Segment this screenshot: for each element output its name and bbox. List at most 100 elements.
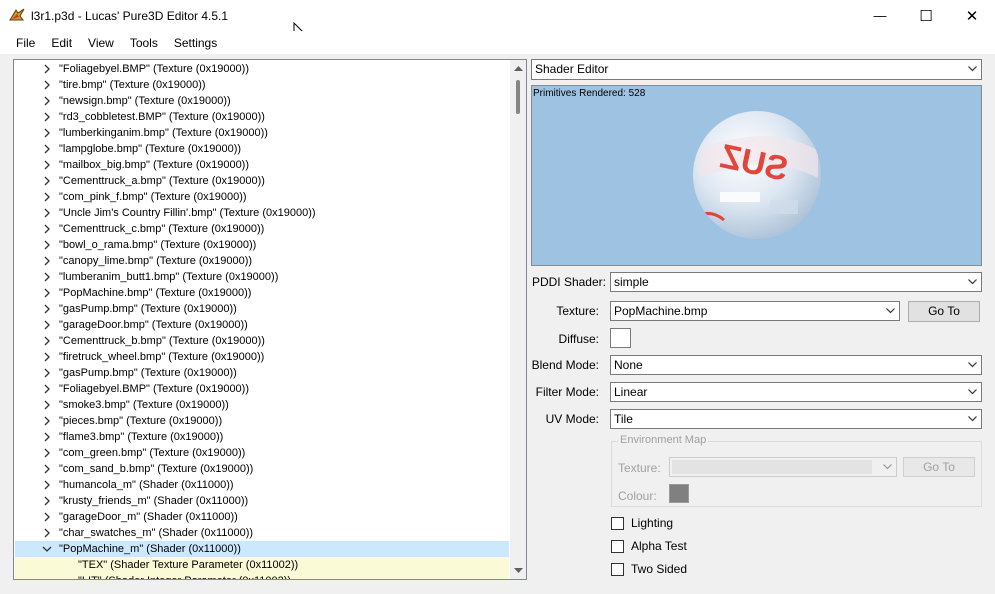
- tree-item[interactable]: "Uncle Jim's Country Fillin'.bmp" (Textu…: [15, 205, 509, 221]
- chevron-right-icon[interactable]: [42, 93, 52, 109]
- tree-child-item[interactable]: "TEX" (Shader Texture Parameter (0x11002…: [15, 557, 509, 573]
- scroll-up-icon[interactable]: [514, 65, 523, 71]
- chevron-right-icon[interactable]: [42, 317, 52, 333]
- tree-item[interactable]: "humancola_m" (Shader (0x11000)): [15, 477, 509, 493]
- two-sided-checkbox[interactable]: Two Sided: [611, 561, 687, 577]
- tree-item[interactable]: "firetruck_wheel.bmp" (Texture (0x19000)…: [15, 349, 509, 365]
- chevron-right-icon[interactable]: [42, 397, 52, 413]
- tree-item[interactable]: "pieces.bmp" (Texture (0x19000)): [15, 413, 509, 429]
- tree-item[interactable]: "Foliagebyel.BMP" (Texture (0x19000)): [15, 61, 509, 77]
- uv-mode-dropdown[interactable]: Tile: [610, 409, 982, 429]
- tree-item[interactable]: "lumberanim_butt1.bmp" (Texture (0x19000…: [15, 269, 509, 285]
- chevron-right-icon[interactable]: [42, 189, 52, 205]
- file-tree[interactable]: "LIT" (Shader Integer Parameter (0x11002…: [13, 59, 527, 580]
- tree-item[interactable]: "com_pink_f.bmp" (Texture (0x19000)): [15, 189, 509, 205]
- tree-item[interactable]: "krusty_friends_m" (Shader (0x11000)): [15, 493, 509, 509]
- tree-item[interactable]: "gasPump.bmp" (Texture (0x19000)): [15, 365, 509, 381]
- menu-view[interactable]: View: [80, 31, 122, 55]
- menu-edit[interactable]: Edit: [43, 31, 80, 55]
- uv-mode-label: UV Mode:: [545, 412, 599, 426]
- tree-item-label: "rd3_cobbletest.BMP" (Texture (0x19000)): [59, 111, 265, 123]
- tree-scrollbar[interactable]: [510, 60, 526, 579]
- chevron-right-icon[interactable]: [42, 125, 52, 141]
- tree-item[interactable]: "canopy_lime.bmp" (Texture (0x19000)): [15, 253, 509, 269]
- chevron-right-icon[interactable]: [42, 461, 52, 477]
- chevron-right-icon[interactable]: [42, 525, 52, 541]
- tree-item[interactable]: "garageDoor_m" (Shader (0x11000)): [15, 509, 509, 525]
- scroll-down-icon[interactable]: [514, 568, 523, 574]
- chevron-right-icon[interactable]: [42, 509, 52, 525]
- alpha-test-checkbox[interactable]: Alpha Test: [611, 538, 687, 554]
- chevron-right-icon[interactable]: [42, 157, 52, 173]
- texture-dropdown[interactable]: PopMachine.bmp: [610, 301, 900, 321]
- tree-item[interactable]: "gasPump.bmp" (Texture (0x19000)): [15, 301, 509, 317]
- tree-item[interactable]: "rd3_cobbletest.BMP" (Texture (0x19000)): [15, 109, 509, 125]
- tree-item[interactable]: "lumberkinganim.bmp" (Texture (0x19000)): [15, 125, 509, 141]
- panel-selector-dropdown[interactable]: Shader Editor: [531, 59, 982, 80]
- chevron-right-icon[interactable]: [42, 381, 52, 397]
- tree-item[interactable]: "smoke3.bmp" (Texture (0x19000)): [15, 397, 509, 413]
- lighting-checkbox[interactable]: Lighting: [611, 515, 673, 531]
- chevron-right-icon[interactable]: [42, 301, 52, 317]
- tree-item[interactable]: "bowl_o_rama.bmp" (Texture (0x19000)): [15, 237, 509, 253]
- chevron-right-icon[interactable]: [42, 365, 52, 381]
- tree-item[interactable]: "Cementtruck_a.bmp" (Texture (0x19000)): [15, 173, 509, 189]
- tree-item-label: "lampglobe.bmp" (Texture (0x19000)): [59, 143, 242, 155]
- filter-mode-dropdown[interactable]: Linear: [610, 382, 982, 402]
- tree-item[interactable]: "tire.bmp" (Texture (0x19000)): [15, 77, 509, 93]
- chevron-right-icon[interactable]: [42, 173, 52, 189]
- tree-item[interactable]: "com_sand_b.bmp" (Texture (0x19000)): [15, 461, 509, 477]
- tree-item[interactable]: "newsign.bmp" (Texture (0x19000)): [15, 93, 509, 109]
- chevron-right-icon[interactable]: [42, 413, 52, 429]
- blend-mode-dropdown[interactable]: None: [610, 355, 982, 375]
- chevron-right-icon[interactable]: [42, 141, 52, 157]
- two-sided-checkbox-box[interactable]: [611, 562, 624, 576]
- tree-item-label: "humancola_m" (Shader (0x11000)): [59, 479, 234, 491]
- tree-item[interactable]: "char_swatches_m" (Shader (0x11000)): [15, 525, 509, 541]
- chevron-right-icon[interactable]: [42, 253, 52, 269]
- maximize-button[interactable]: ☐: [903, 0, 949, 31]
- chevron-right-icon[interactable]: [42, 61, 52, 77]
- chevron-right-icon[interactable]: [42, 493, 52, 509]
- scrollbar-thumb[interactable]: [516, 80, 520, 114]
- env-texture-dropdown: [669, 457, 897, 477]
- tree-item[interactable]: "PopMachine.bmp" (Texture (0x19000)): [15, 285, 509, 301]
- diffuse-color-swatch[interactable]: [610, 328, 631, 348]
- tree-item[interactable]: "lampglobe.bmp" (Texture (0x19000)): [15, 141, 509, 157]
- pddi-shader-dropdown[interactable]: simple: [610, 272, 982, 292]
- chevron-right-icon[interactable]: [42, 269, 52, 285]
- chevron-right-icon[interactable]: [42, 205, 52, 221]
- lighting-checkbox-box[interactable]: [611, 516, 624, 530]
- tree-item[interactable]: "Foliagebyel.BMP" (Texture (0x19000)): [15, 381, 509, 397]
- texture-goto-button[interactable]: Go To: [908, 301, 980, 322]
- chevron-right-icon[interactable]: [42, 477, 52, 493]
- tree-item[interactable]: "com_green.bmp" (Texture (0x19000)): [15, 445, 509, 461]
- menu-file[interactable]: File: [8, 31, 43, 55]
- tree-item[interactable]: "flame3.bmp" (Texture (0x19000)): [15, 429, 509, 445]
- tree-item[interactable]: "garageDoor.bmp" (Texture (0x19000)): [15, 317, 509, 333]
- tree-item-label: "LIT" (Shader Integer Parameter (0x11002…: [78, 573, 291, 579]
- chevron-down-icon[interactable]: [42, 541, 52, 557]
- chevron-right-icon[interactable]: [42, 77, 52, 93]
- alpha-test-checkbox-box[interactable]: [611, 539, 624, 553]
- tree-child-item[interactable]: "LIT" (Shader Integer Parameter (0x11002…: [15, 573, 509, 579]
- chevron-right-icon[interactable]: [42, 445, 52, 461]
- minimize-button[interactable]: —: [857, 0, 903, 31]
- chevron-right-icon[interactable]: [42, 109, 52, 125]
- chevron-right-icon[interactable]: [42, 237, 52, 253]
- close-button[interactable]: ✕: [949, 0, 995, 31]
- filter-mode-label: Filter Mode:: [535, 385, 599, 399]
- chevron-right-icon[interactable]: [42, 429, 52, 445]
- menu-tools[interactable]: Tools: [122, 31, 166, 55]
- tree-item[interactable]: "Cementtruck_b.bmp" (Texture (0x19000)): [15, 333, 509, 349]
- tree-item[interactable]: "PopMachine_m" (Shader (0x11000)): [15, 541, 509, 557]
- chevron-right-icon[interactable]: [42, 349, 52, 365]
- tree-item[interactable]: "Cementtruck_c.bmp" (Texture (0x19000)): [15, 221, 509, 237]
- shader-preview[interactable]: Primitives Rendered: 528 SUZ: [531, 85, 982, 266]
- chevron-right-icon[interactable]: [42, 333, 52, 349]
- chevron-right-icon[interactable]: [42, 221, 52, 237]
- chevron-right-icon[interactable]: [42, 285, 52, 301]
- menu-settings[interactable]: Settings: [166, 31, 225, 55]
- environment-map-legend: Environment Map: [618, 434, 709, 446]
- tree-item[interactable]: "mailbox_big.bmp" (Texture (0x19000)): [15, 157, 509, 173]
